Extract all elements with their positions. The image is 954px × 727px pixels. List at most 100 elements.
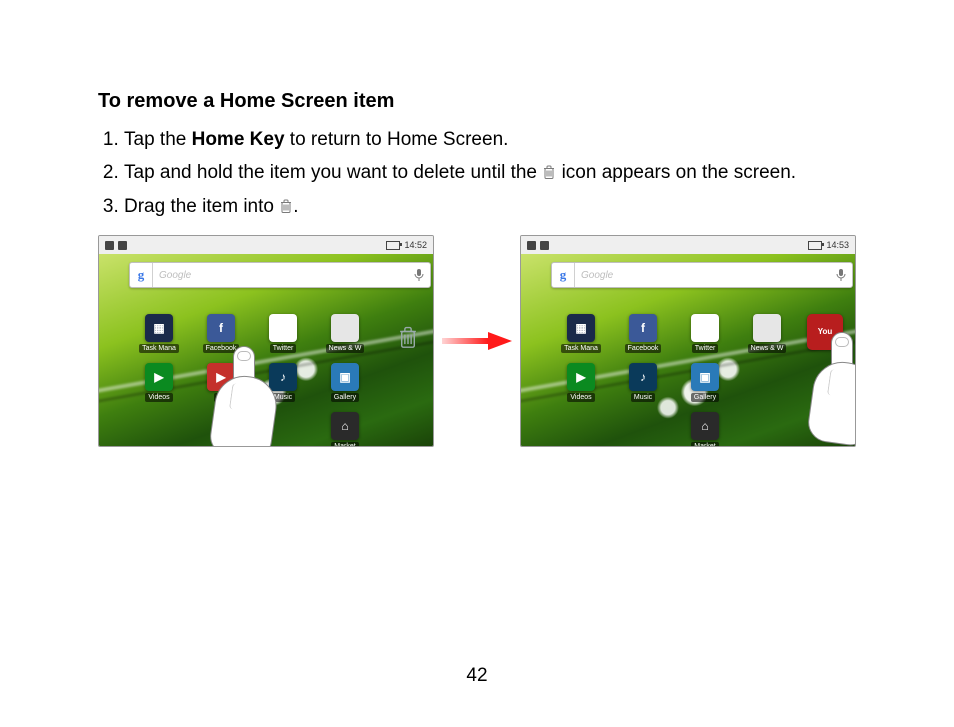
app-glyph-icon: ▶ — [145, 363, 173, 391]
app-glyph-icon: t — [269, 314, 297, 342]
app-icon[interactable]: t Twitter — [683, 314, 727, 353]
dragged-app-icon[interactable]: You — [807, 314, 843, 350]
app-icon[interactable]: ▶ Videos — [559, 363, 603, 402]
app-label: Videos — [145, 393, 172, 402]
step-2-text-a: Tap and hold the item you want to delete… — [124, 162, 542, 183]
app-glyph-icon: ♪ — [629, 363, 657, 391]
app-icon[interactable]: f Facebook — [621, 314, 665, 353]
step-3-text-b: . — [293, 196, 298, 217]
screenshot-before: 14:52 g Google ▦ Task Mana f Facebook t Twitt… — [98, 235, 434, 447]
arrow-icon — [442, 329, 512, 353]
app-grid: ▦ Task Mana f Facebook t Twitter News & W ▶ Vid… — [137, 314, 397, 447]
app-row: ▦ Task Mana f Facebook t Twitter News & W — [559, 314, 819, 353]
app-icon[interactable]: ▦ Task Mana — [559, 314, 603, 353]
app-label: Facebook — [625, 344, 662, 353]
app-row: ⌂ Market — [323, 412, 397, 447]
step-1-home-key: Home Key — [192, 129, 285, 150]
app-label: Gallery — [691, 393, 719, 402]
app-icon[interactable]: ⌂ Market — [323, 412, 367, 447]
status-icon — [540, 241, 549, 250]
mic-icon[interactable] — [408, 268, 430, 282]
search-placeholder: Google — [153, 270, 408, 281]
app-label: Market — [331, 442, 358, 447]
page-number: 42 — [0, 665, 954, 687]
step-1: Tap the Home Key to return to Home Scree… — [124, 125, 856, 154]
app-label: Twitter — [692, 344, 719, 353]
app-icon[interactable]: ▶ Videos — [137, 363, 181, 402]
status-time: 14:52 — [404, 240, 427, 250]
manual-page: To remove a Home Screen item Tap the Hom… — [0, 0, 954, 727]
app-label: Music — [631, 393, 655, 402]
app-icon[interactable]: ▶ Yo — [199, 363, 243, 402]
status-bar: 14:53 — [521, 236, 855, 255]
status-right: 14:52 — [386, 240, 427, 250]
instruction-list: Tap the Home Key to return to Home Scree… — [98, 125, 856, 221]
step-3: Drag the item into . — [124, 192, 856, 221]
app-glyph-icon: ▦ — [567, 314, 595, 342]
status-left — [527, 241, 549, 250]
app-row: ⌂ Market — [683, 412, 819, 447]
status-icon — [527, 241, 536, 250]
app-label: Yo — [214, 393, 228, 402]
status-time: 14:53 — [826, 240, 849, 250]
app-grid: ▦ Task Mana f Facebook t Twitter News & W ▶ Vid… — [559, 314, 819, 447]
mic-icon[interactable] — [830, 268, 852, 282]
app-icon[interactable]: ▣Gallery — [323, 363, 367, 402]
app-label: News & W — [748, 344, 787, 353]
app-glyph-icon: ▦ — [145, 314, 173, 342]
app-row: ▦ Task Mana f Facebook t Twitter News & W — [137, 314, 397, 353]
app-label: Music — [271, 393, 295, 402]
app-glyph-icon: ⌂ — [331, 412, 359, 440]
app-icon[interactable]: ▦ Task Mana — [137, 314, 181, 353]
app-glyph-icon: ▶ — [567, 363, 595, 391]
app-row: ▶ Videos ▶ Yo ♪ Music ▣Gallery — [137, 363, 397, 402]
app-icon[interactable]: News & W — [745, 314, 789, 353]
step-3-text-a: Drag the item into — [124, 196, 279, 217]
app-label: Task Mana — [139, 344, 179, 353]
app-glyph-icon: ▶ — [207, 363, 235, 391]
app-label: Facebook — [203, 344, 240, 353]
app-row: ▶ Videos ♪ Music ▣ Gallery — [559, 363, 819, 402]
status-bar: 14:52 — [99, 236, 433, 255]
figure-row: 14:52 g Google ▦ Task Mana f Facebook t Twitt… — [98, 235, 856, 447]
app-glyph-icon: ⌂ — [691, 412, 719, 440]
app-icon[interactable]: f Facebook — [199, 314, 243, 353]
dragged-app-label: You — [818, 328, 833, 336]
app-icon[interactable]: ♪ Music — [261, 363, 305, 402]
app-glyph-icon: t — [691, 314, 719, 342]
battery-icon — [386, 241, 400, 250]
app-label: News & W — [326, 344, 365, 353]
app-icon[interactable]: News & W — [323, 314, 367, 353]
app-glyph-icon: f — [629, 314, 657, 342]
app-glyph-icon: ▣ — [331, 363, 359, 391]
step-2-text-b: icon appears on the screen. — [562, 162, 797, 183]
app-label: Task Mana — [561, 344, 601, 353]
app-icon[interactable]: ♪ Music — [621, 363, 665, 402]
section-heading: To remove a Home Screen item — [98, 90, 856, 113]
app-glyph-icon — [753, 314, 781, 342]
trash-icon — [279, 198, 293, 214]
step-2: Tap and hold the item you want to delete… — [124, 158, 856, 187]
app-label: Videos — [567, 393, 594, 402]
trash-icon — [542, 164, 556, 180]
app-icon[interactable]: ▣ Gallery — [683, 363, 727, 402]
battery-icon — [808, 241, 822, 250]
app-label: Market — [691, 442, 718, 447]
status-right: 14:53 — [808, 240, 849, 250]
step-1-text-a: Tap the — [124, 129, 192, 150]
google-icon: g — [130, 263, 153, 287]
app-glyph-icon: f — [207, 314, 235, 342]
status-icon — [118, 241, 127, 250]
app-icon[interactable]: t Twitter — [261, 314, 305, 353]
app-glyph-icon: ♪ — [269, 363, 297, 391]
home-trash-icon[interactable] — [397, 324, 419, 355]
search-bar[interactable]: g Google — [129, 262, 431, 288]
app-glyph-icon: ▣ — [691, 363, 719, 391]
step-1-text-b: to return to Home Screen. — [285, 129, 509, 150]
search-placeholder: Google — [575, 270, 830, 281]
search-bar[interactable]: g Google — [551, 262, 853, 288]
app-glyph-icon — [331, 314, 359, 342]
app-label: Twitter — [270, 344, 297, 353]
status-left — [105, 241, 127, 250]
app-icon[interactable]: ⌂ Market — [683, 412, 727, 447]
